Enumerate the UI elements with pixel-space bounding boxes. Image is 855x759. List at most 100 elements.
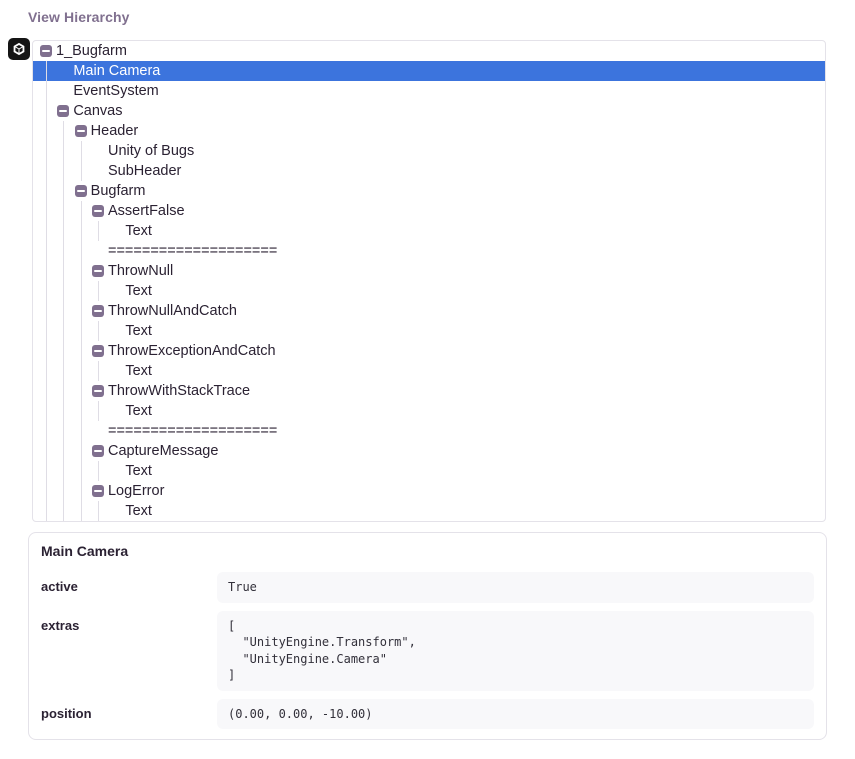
- indent-guide: [75, 481, 92, 501]
- tree-row[interactable]: ThrowExceptionAndCatch: [33, 341, 825, 361]
- tree-row[interactable]: AssertFalse: [33, 201, 825, 221]
- tree-row[interactable]: Text: [33, 501, 825, 521]
- section-title: View Hierarchy: [28, 9, 855, 25]
- tree-row[interactable]: Text: [33, 281, 825, 301]
- icon-spacer: [92, 245, 104, 257]
- tree-row[interactable]: SubHeader: [33, 161, 825, 181]
- tree-row[interactable]: Text: [33, 361, 825, 381]
- tree-row-label: ThrowNull: [108, 261, 173, 281]
- icon-spacer: [57, 85, 69, 97]
- indent-guide: [57, 401, 74, 421]
- tree-row-label: Header: [91, 121, 139, 141]
- indent-guide: [40, 441, 57, 461]
- tree-row-label: Unity of Bugs: [108, 141, 194, 161]
- details-title: Main Camera: [41, 543, 814, 559]
- tree-row-label: EventSystem: [73, 81, 158, 101]
- tree-row-label: Canvas: [73, 101, 122, 121]
- indent-guide: [57, 121, 74, 141]
- icon-spacer: [92, 145, 104, 157]
- tree-row-label: Text: [125, 321, 152, 341]
- detail-value: True: [217, 572, 814, 603]
- indent-guide: [40, 241, 57, 261]
- collapse-minus-icon[interactable]: [92, 345, 104, 357]
- tree-row[interactable]: Text: [33, 401, 825, 421]
- detail-row: extras[ "UnityEngine.Transform", "UnityE…: [41, 611, 814, 691]
- tree-row-label: Text: [125, 361, 152, 381]
- tree-row[interactable]: LogError: [33, 481, 825, 501]
- tree-row[interactable]: Header: [33, 121, 825, 141]
- icon-spacer: [109, 405, 121, 417]
- indent-guide: [75, 381, 92, 401]
- indent-guide: [75, 201, 92, 221]
- tree-row[interactable]: EventSystem: [33, 81, 825, 101]
- detail-value: [ "UnityEngine.Transform", "UnityEngine.…: [217, 611, 814, 691]
- tree-row[interactable]: 1_Bugfarm: [33, 41, 825, 61]
- indent-guide: [40, 81, 57, 101]
- tree-row[interactable]: ====================: [33, 421, 825, 441]
- indent-guide: [75, 421, 92, 441]
- indent-guide: [40, 281, 57, 301]
- tree-row-label: LogError: [108, 481, 164, 501]
- tree-row-label: Main Camera: [73, 61, 160, 81]
- icon-spacer: [92, 425, 104, 437]
- indent-guide: [40, 361, 57, 381]
- indent-guide: [40, 161, 57, 181]
- collapse-minus-icon[interactable]: [92, 385, 104, 397]
- indent-guide: [40, 261, 57, 281]
- tree-row[interactable]: ====================: [33, 241, 825, 261]
- icon-spacer: [109, 365, 121, 377]
- collapse-minus-icon[interactable]: [92, 205, 104, 217]
- indent-guide: [92, 281, 109, 301]
- indent-guide: [57, 201, 74, 221]
- detail-key: extras: [41, 611, 217, 691]
- tree-row[interactable]: ThrowNull: [33, 261, 825, 281]
- collapse-minus-icon[interactable]: [92, 445, 104, 457]
- indent-guide: [57, 141, 74, 161]
- unity-logo-icon: [8, 38, 30, 60]
- indent-guide: [92, 361, 109, 381]
- tree-row[interactable]: Canvas: [33, 101, 825, 121]
- tree-row[interactable]: ThrowNullAndCatch: [33, 301, 825, 321]
- indent-guide: [40, 61, 57, 81]
- tree-row-label: ThrowNullAndCatch: [108, 301, 237, 321]
- indent-guide: [40, 461, 57, 481]
- collapse-minus-icon[interactable]: [92, 305, 104, 317]
- tree-row[interactable]: ThrowWithStackTrace: [33, 381, 825, 401]
- tree-row[interactable]: CaptureMessage: [33, 441, 825, 461]
- indent-guide: [40, 381, 57, 401]
- tree-row[interactable]: Unity of Bugs: [33, 141, 825, 161]
- icon-spacer: [109, 325, 121, 337]
- tree-row[interactable]: Text: [33, 221, 825, 241]
- collapse-minus-icon[interactable]: [75, 185, 87, 197]
- collapse-minus-icon[interactable]: [92, 485, 104, 497]
- collapse-minus-icon[interactable]: [40, 45, 52, 57]
- indent-guide: [75, 341, 92, 361]
- tree-row[interactable]: Text: [33, 321, 825, 341]
- indent-guide: [57, 301, 74, 321]
- indent-guide: [92, 221, 109, 241]
- indent-guide: [40, 301, 57, 321]
- indent-guide: [75, 221, 92, 241]
- indent-guide: [57, 361, 74, 381]
- tree-row-label: Text: [125, 501, 152, 521]
- hierarchy-tree[interactable]: 1_BugfarmMain CameraEventSystemCanvasHea…: [32, 40, 826, 522]
- detail-key: position: [41, 699, 217, 730]
- view-hierarchy-section: View Hierarchy 1_BugfarmMain CameraEvent…: [0, 9, 855, 740]
- collapse-minus-icon[interactable]: [92, 265, 104, 277]
- indent-guide: [40, 141, 57, 161]
- tree-row[interactable]: Bugfarm: [33, 181, 825, 201]
- collapse-minus-icon[interactable]: [57, 105, 69, 117]
- tree-row-label: Text: [125, 221, 152, 241]
- indent-guide: [75, 241, 92, 261]
- indent-guide: [75, 401, 92, 421]
- indent-guide: [75, 501, 92, 521]
- indent-guide: [57, 481, 74, 501]
- collapse-minus-icon[interactable]: [75, 125, 87, 137]
- indent-guide: [40, 221, 57, 241]
- icon-spacer: [57, 65, 69, 77]
- indent-guide: [40, 201, 57, 221]
- tree-row[interactable]: Text: [33, 461, 825, 481]
- icon-spacer: [92, 165, 104, 177]
- indent-guide: [92, 461, 109, 481]
- tree-row-selected[interactable]: Main Camera: [33, 61, 825, 81]
